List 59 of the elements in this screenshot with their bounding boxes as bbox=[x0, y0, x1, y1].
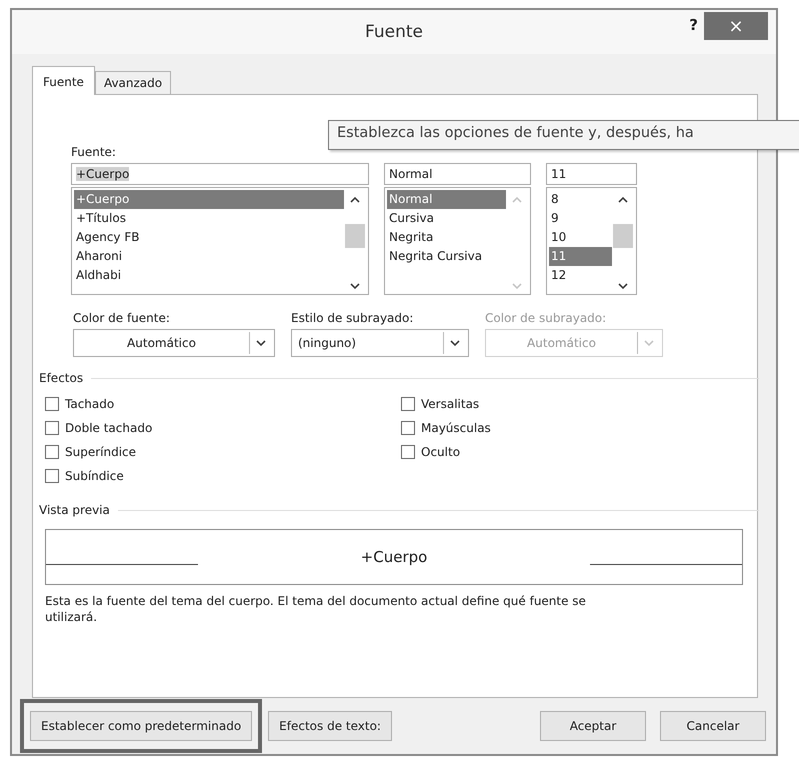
scroll-thumb[interactable] bbox=[345, 224, 365, 248]
scroll-down-icon[interactable] bbox=[256, 340, 266, 346]
list-item[interactable]: +Cuerpo bbox=[74, 190, 344, 209]
list-item[interactable]: 9 bbox=[549, 209, 612, 228]
dropdown[interactable]: Automático bbox=[73, 329, 275, 357]
preview-sample: +Cuerpo bbox=[360, 548, 428, 566]
scroll-up-icon[interactable] bbox=[350, 196, 360, 203]
scroll-thumb[interactable] bbox=[613, 224, 633, 248]
checkbox-label[interactable]: Tachado bbox=[65, 397, 114, 411]
tab[interactable]: Fuente bbox=[32, 66, 95, 95]
section-title: Vista previa bbox=[39, 503, 110, 517]
font-input[interactable]: +Cuerpo bbox=[71, 163, 369, 185]
list-item[interactable]: 10 bbox=[549, 228, 612, 247]
checkbox[interactable] bbox=[401, 445, 415, 459]
list-item[interactable]: Aharoni bbox=[74, 247, 344, 266]
tab[interactable]: Avanzado bbox=[94, 71, 172, 94]
scroll-down-icon[interactable] bbox=[618, 283, 628, 290]
scroll-up-icon[interactable] bbox=[618, 196, 628, 203]
list-item[interactable]: Normal bbox=[387, 190, 506, 209]
checkbox[interactable] bbox=[45, 421, 59, 435]
style-input[interactable]: Normal bbox=[384, 163, 531, 185]
list-item[interactable]: Negrita bbox=[387, 228, 506, 247]
help-button[interactable]: ? bbox=[689, 16, 698, 34]
list-item[interactable]: +Títulos bbox=[74, 209, 344, 228]
checkbox[interactable] bbox=[401, 397, 415, 411]
checkbox-label[interactable]: Mayúsculas bbox=[421, 421, 491, 435]
checkbox[interactable] bbox=[45, 469, 59, 483]
list-item[interactable]: 8 bbox=[549, 190, 612, 209]
checkbox[interactable] bbox=[45, 397, 59, 411]
list-item[interactable]: 12 bbox=[549, 266, 612, 285]
dialog-button[interactable]: Cancelar bbox=[660, 711, 766, 741]
list-item[interactable]: 11 bbox=[549, 247, 612, 266]
checkbox-label[interactable]: Versalitas bbox=[421, 397, 480, 411]
dropdown-label: Color de subrayado: bbox=[485, 311, 608, 325]
checkbox-label[interactable]: Oculto bbox=[421, 445, 460, 459]
scroll-down-icon[interactable] bbox=[350, 283, 360, 290]
section-title: Efectos bbox=[39, 371, 84, 385]
checkbox-label[interactable]: Doble tachado bbox=[65, 421, 152, 435]
checkbox[interactable] bbox=[45, 445, 59, 459]
dialog-button[interactable]: Efectos de texto: bbox=[268, 711, 392, 741]
preview-description: Esta es la fuente del tema del cuerpo. El tema del documento actual define qué fuente se utilizará. bbox=[45, 593, 587, 625]
checkbox[interactable] bbox=[401, 421, 415, 435]
window-title: Fuente bbox=[365, 22, 423, 42]
close-button[interactable]: × bbox=[704, 12, 768, 40]
dialog-button[interactable]: Establecer como predeterminado bbox=[30, 711, 252, 741]
list-item[interactable]: Negrita Cursiva bbox=[387, 247, 506, 266]
tooltip: Establezca las opciones de fuente y, después, ha bbox=[328, 120, 799, 150]
dropdown-label: Color de fuente: bbox=[73, 311, 171, 325]
list-item[interactable]: Agency FB bbox=[74, 228, 344, 247]
dropdown-label: Estilo de subrayado: bbox=[291, 311, 414, 325]
scroll-down-icon[interactable] bbox=[450, 340, 460, 346]
list-item[interactable]: Cursiva bbox=[387, 209, 506, 228]
checkbox-label[interactable]: Superíndice bbox=[65, 445, 136, 459]
list-item[interactable]: Aldhabi bbox=[74, 266, 344, 285]
dialog-button[interactable]: Aceptar bbox=[540, 711, 646, 741]
size-input[interactable]: 11 bbox=[546, 163, 637, 185]
checkbox-label[interactable]: Subíndice bbox=[65, 469, 124, 483]
font-label: Fuente: bbox=[71, 145, 117, 159]
dropdown[interactable]: (ninguno) bbox=[291, 329, 469, 357]
